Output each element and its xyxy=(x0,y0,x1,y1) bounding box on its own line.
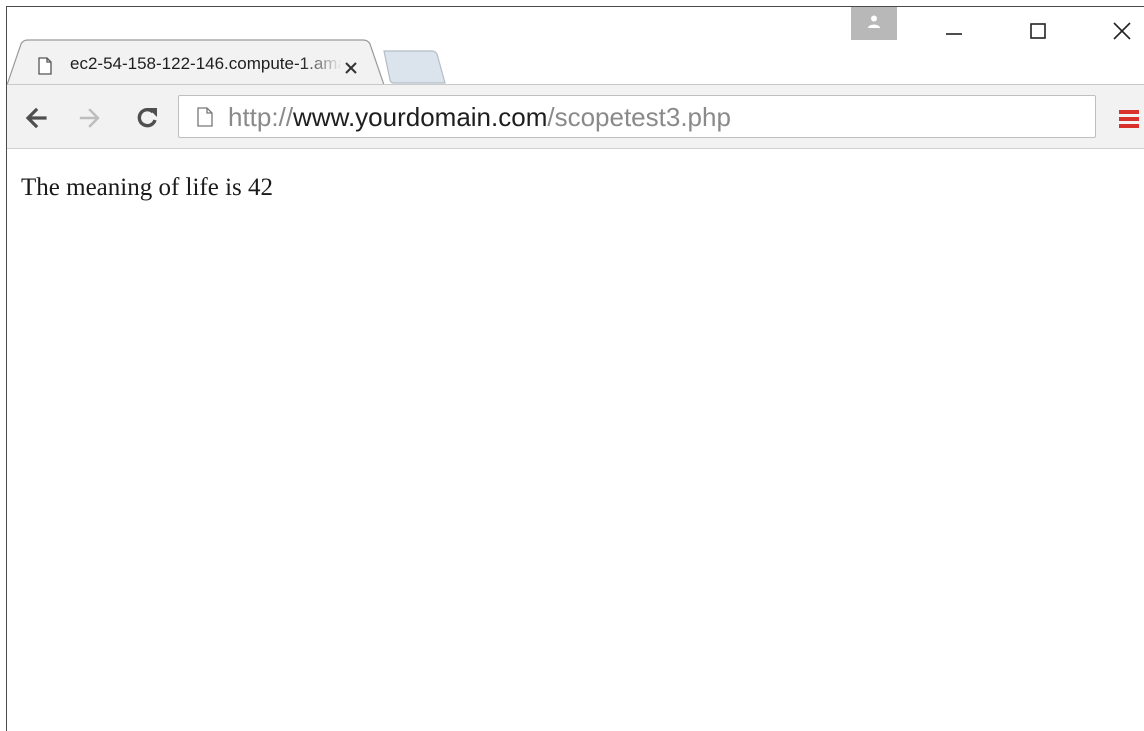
maximize-button[interactable] xyxy=(1017,15,1057,45)
browser-window: ec2-54-158-122-146.compute-1.amazonaws.c… xyxy=(6,6,1144,731)
page-icon xyxy=(38,57,52,75)
page-icon xyxy=(197,107,213,127)
menu-button[interactable] xyxy=(1117,107,1141,131)
url-scheme: http:// xyxy=(228,102,294,132)
back-button[interactable] xyxy=(23,105,51,131)
person-icon xyxy=(868,15,880,28)
url-host: www.yourdomain.com xyxy=(293,102,548,132)
tab-title: ec2-54-158-122-146.compute-1.amazonaws.c… xyxy=(70,54,342,73)
new-tab-button[interactable] xyxy=(380,50,446,84)
tab-close-icon[interactable] xyxy=(344,61,358,75)
page-body-text: The meaning of life is 42 xyxy=(21,174,274,201)
reload-button[interactable] xyxy=(134,105,162,131)
title-bar: ec2-54-158-122-146.compute-1.amazonaws.c… xyxy=(7,7,1144,85)
url-text: http://www.yourdomain.com/scopetest3.php xyxy=(228,103,731,131)
minimize-icon xyxy=(946,33,962,35)
profile-button[interactable] xyxy=(851,7,897,40)
tab-active[interactable]: ec2-54-158-122-146.compute-1.amazonaws.c… xyxy=(7,39,385,85)
reload-icon xyxy=(137,107,157,128)
maximize-icon xyxy=(1030,23,1046,39)
address-bar[interactable]: http://www.yourdomain.com/scopetest3.php xyxy=(178,95,1096,138)
url-path: /scopetest3.php xyxy=(547,102,731,132)
arrow-right-icon xyxy=(79,108,100,128)
page-content: The meaning of life is 42 xyxy=(7,149,1144,731)
forward-button[interactable] xyxy=(76,105,104,131)
browser-toolbar: http://www.yourdomain.com/scopetest3.php xyxy=(7,84,1144,149)
close-window-button[interactable] xyxy=(1101,15,1141,45)
hamburger-menu-icon xyxy=(1119,110,1139,128)
close-icon xyxy=(1113,22,1131,40)
arrow-left-icon xyxy=(25,107,47,129)
minimize-button[interactable] xyxy=(933,15,973,45)
